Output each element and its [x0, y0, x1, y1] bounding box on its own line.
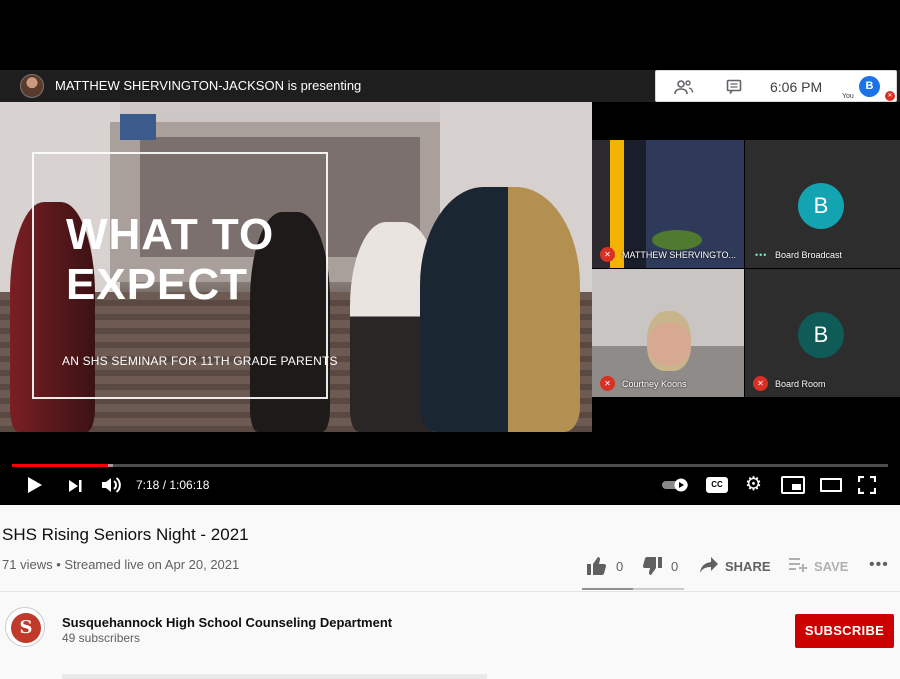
like-button[interactable]: 0 — [586, 556, 623, 579]
slide-title: WHAT TO EXPECT — [66, 210, 274, 310]
video-player[interactable]: MATTHEW SHERVINGTON-JACKSON is presentin… — [0, 0, 900, 505]
like-count: 0 — [616, 559, 624, 574]
participant-name: MATTHEW SHERVINGTO... — [622, 250, 737, 260]
building-sign — [120, 114, 156, 140]
sentiment-like-fill — [582, 588, 633, 590]
chat-icon[interactable] — [726, 79, 742, 98]
theater-mode-button[interactable] — [820, 478, 842, 492]
participant-name: Board Room — [775, 379, 826, 389]
share-label: SHARE — [725, 559, 771, 574]
presenter-avatar — [20, 74, 44, 98]
miniplayer-button[interactable] — [781, 476, 805, 494]
student-figure — [420, 187, 580, 432]
time-display: 7:18 / 1:06:18 — [136, 478, 210, 492]
settings-gear-icon[interactable]: ⚙ — [745, 473, 762, 496]
share-button[interactable]: SHARE — [699, 556, 771, 577]
self-avatar[interactable]: B — [859, 76, 880, 97]
meeting-clock: 6:06 PM — [770, 79, 823, 95]
mic-muted-icon: ✕ — [600, 247, 615, 262]
meet-toolbar: 6:06 PM You B ✕ — [655, 70, 897, 102]
volume-button[interactable] — [100, 475, 124, 495]
autoplay-toggle[interactable] — [661, 478, 691, 492]
progress-played — [12, 464, 109, 467]
subscriber-count: 49 subscribers — [62, 631, 141, 645]
dislike-count: 0 — [671, 559, 679, 574]
divider — [0, 591, 900, 592]
captions-button[interactable]: CC — [706, 477, 728, 493]
people-icon[interactable] — [674, 79, 694, 98]
channel-logo-icon: S — [11, 613, 41, 643]
sentiment-bar — [582, 588, 684, 590]
dislike-button[interactable]: 0 — [641, 556, 678, 579]
slide-title-line1: WHAT TO — [66, 210, 275, 259]
video-title: SHS Rising Seniors Night - 2021 — [2, 525, 249, 544]
participant-tile: ✕ Courtney Koons — [592, 269, 744, 397]
participant-name: Courtney Koons — [622, 379, 687, 389]
next-button[interactable] — [66, 476, 86, 496]
progress-bar[interactable] — [12, 464, 888, 467]
fullscreen-button[interactable] — [857, 475, 877, 495]
thumbs-up-icon — [587, 557, 607, 575]
subscribe-button[interactable]: SUBSCRIBE — [795, 614, 894, 648]
slide-subtitle: AN SHS SEMINAR FOR 11TH GRADE PARENTS — [62, 354, 338, 368]
mic-muted-icon: ✕ — [600, 376, 615, 391]
participant-avatar: B — [798, 183, 844, 229]
channel-avatar[interactable]: S — [5, 607, 45, 647]
participant-tile: B ••• Board Broadcast — [745, 140, 900, 268]
presentation-slide: WHAT TO EXPECT AN SHS SEMINAR FOR 11TH G… — [0, 102, 592, 432]
participant-tile: B ✕ Board Room — [745, 269, 900, 397]
thumbs-down-icon — [642, 557, 662, 575]
participant-name: Board Broadcast — [775, 250, 843, 260]
more-actions-button[interactable]: ••• — [869, 556, 889, 574]
you-label: You — [842, 93, 854, 100]
save-label: SAVE — [814, 559, 849, 574]
slide-title-line2: EXPECT — [66, 260, 249, 309]
playlist-add-icon — [789, 558, 807, 572]
save-button[interactable]: SAVE — [788, 556, 848, 575]
video-meta: 71 views • Streamed live on Apr 20, 2021 — [2, 557, 240, 572]
mic-muted-icon: ✕ — [885, 91, 895, 101]
description-box[interactable] — [62, 674, 487, 679]
participant-video — [647, 311, 691, 371]
participant-tile: ✕ MATTHEW SHERVINGTO... — [592, 140, 744, 268]
mic-muted-icon: ✕ — [753, 376, 768, 391]
presenting-label: MATTHEW SHERVINGTON-JACKSON is presentin… — [55, 78, 362, 93]
channel-name[interactable]: Susquehannock High School Counseling Dep… — [62, 615, 392, 630]
share-arrow-icon — [700, 557, 718, 573]
play-button[interactable] — [24, 475, 44, 495]
participant-avatar: B — [798, 312, 844, 358]
speaking-indicator-icon: ••• — [755, 250, 768, 260]
plant — [652, 230, 702, 250]
